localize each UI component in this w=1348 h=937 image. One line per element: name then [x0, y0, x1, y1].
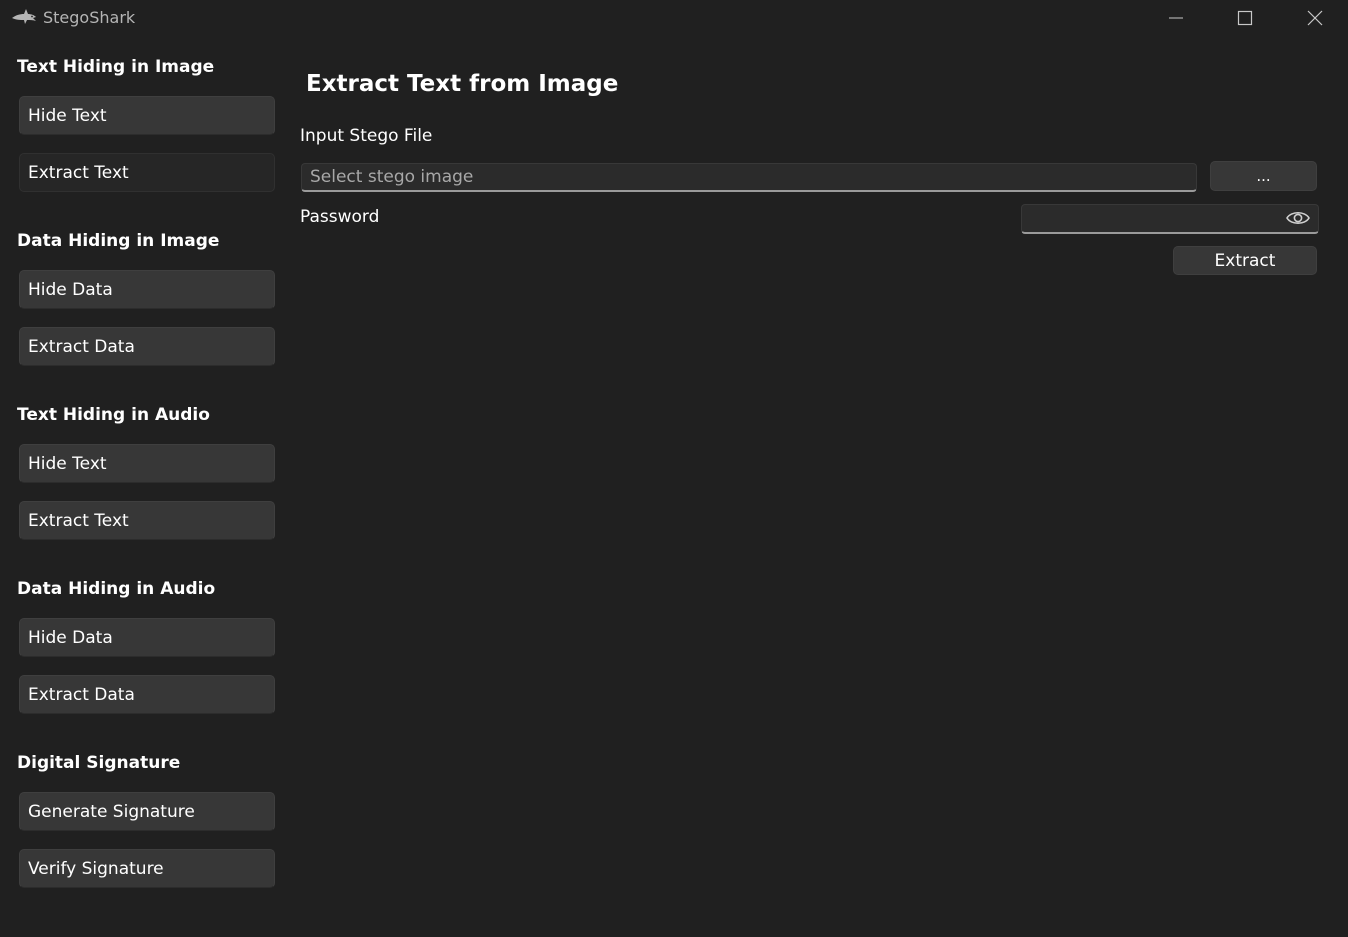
hide-text-image-button[interactable]: Hide Text — [19, 96, 275, 135]
input-stego-file-label: Input Stego File — [300, 126, 433, 146]
section-title-text-hiding-audio: Text Hiding in Audio — [17, 405, 210, 425]
eye-icon[interactable] — [1286, 209, 1310, 227]
title-bar: StegoShark — [0, 0, 1348, 38]
password-label: Password — [300, 207, 380, 227]
section-title-digital-signature: Digital Signature — [17, 753, 181, 773]
hide-data-audio-button[interactable]: Hide Data — [19, 618, 275, 657]
section-title-data-hiding-audio: Data Hiding in Audio — [17, 579, 216, 599]
extract-button[interactable]: Extract — [1173, 246, 1317, 275]
extract-data-image-button[interactable]: Extract Data — [19, 327, 275, 366]
maximize-icon — [1237, 10, 1253, 26]
minimize-button[interactable] — [1141, 0, 1211, 36]
sidebar: Text Hiding in Image Hide Text Extract T… — [0, 38, 290, 937]
section-title-text-hiding-image: Text Hiding in Image — [17, 57, 215, 77]
minimize-icon — [1169, 17, 1183, 19]
extract-text-audio-button[interactable]: Extract Text — [19, 501, 275, 540]
page-title: Extract Text from Image — [306, 71, 619, 97]
close-button[interactable] — [1280, 0, 1348, 36]
hide-data-image-button[interactable]: Hide Data — [19, 270, 275, 309]
stego-file-placeholder: Select stego image — [310, 167, 474, 187]
extract-text-image-button[interactable]: Extract Text — [19, 153, 275, 192]
generate-signature-button[interactable]: Generate Signature — [19, 792, 275, 831]
section-title-data-hiding-image: Data Hiding in Image — [17, 231, 220, 251]
app-title: StegoShark — [43, 8, 136, 27]
hide-text-audio-button[interactable]: Hide Text — [19, 444, 275, 483]
verify-signature-button[interactable]: Verify Signature — [19, 849, 275, 888]
extract-data-audio-button[interactable]: Extract Data — [19, 675, 275, 714]
shark-icon — [12, 9, 36, 24]
maximize-button[interactable] — [1210, 0, 1280, 36]
browse-button[interactable]: ... — [1210, 161, 1317, 191]
close-icon — [1307, 10, 1323, 26]
password-field[interactable] — [1021, 204, 1319, 234]
stego-file-input[interactable]: Select stego image — [301, 163, 1197, 192]
